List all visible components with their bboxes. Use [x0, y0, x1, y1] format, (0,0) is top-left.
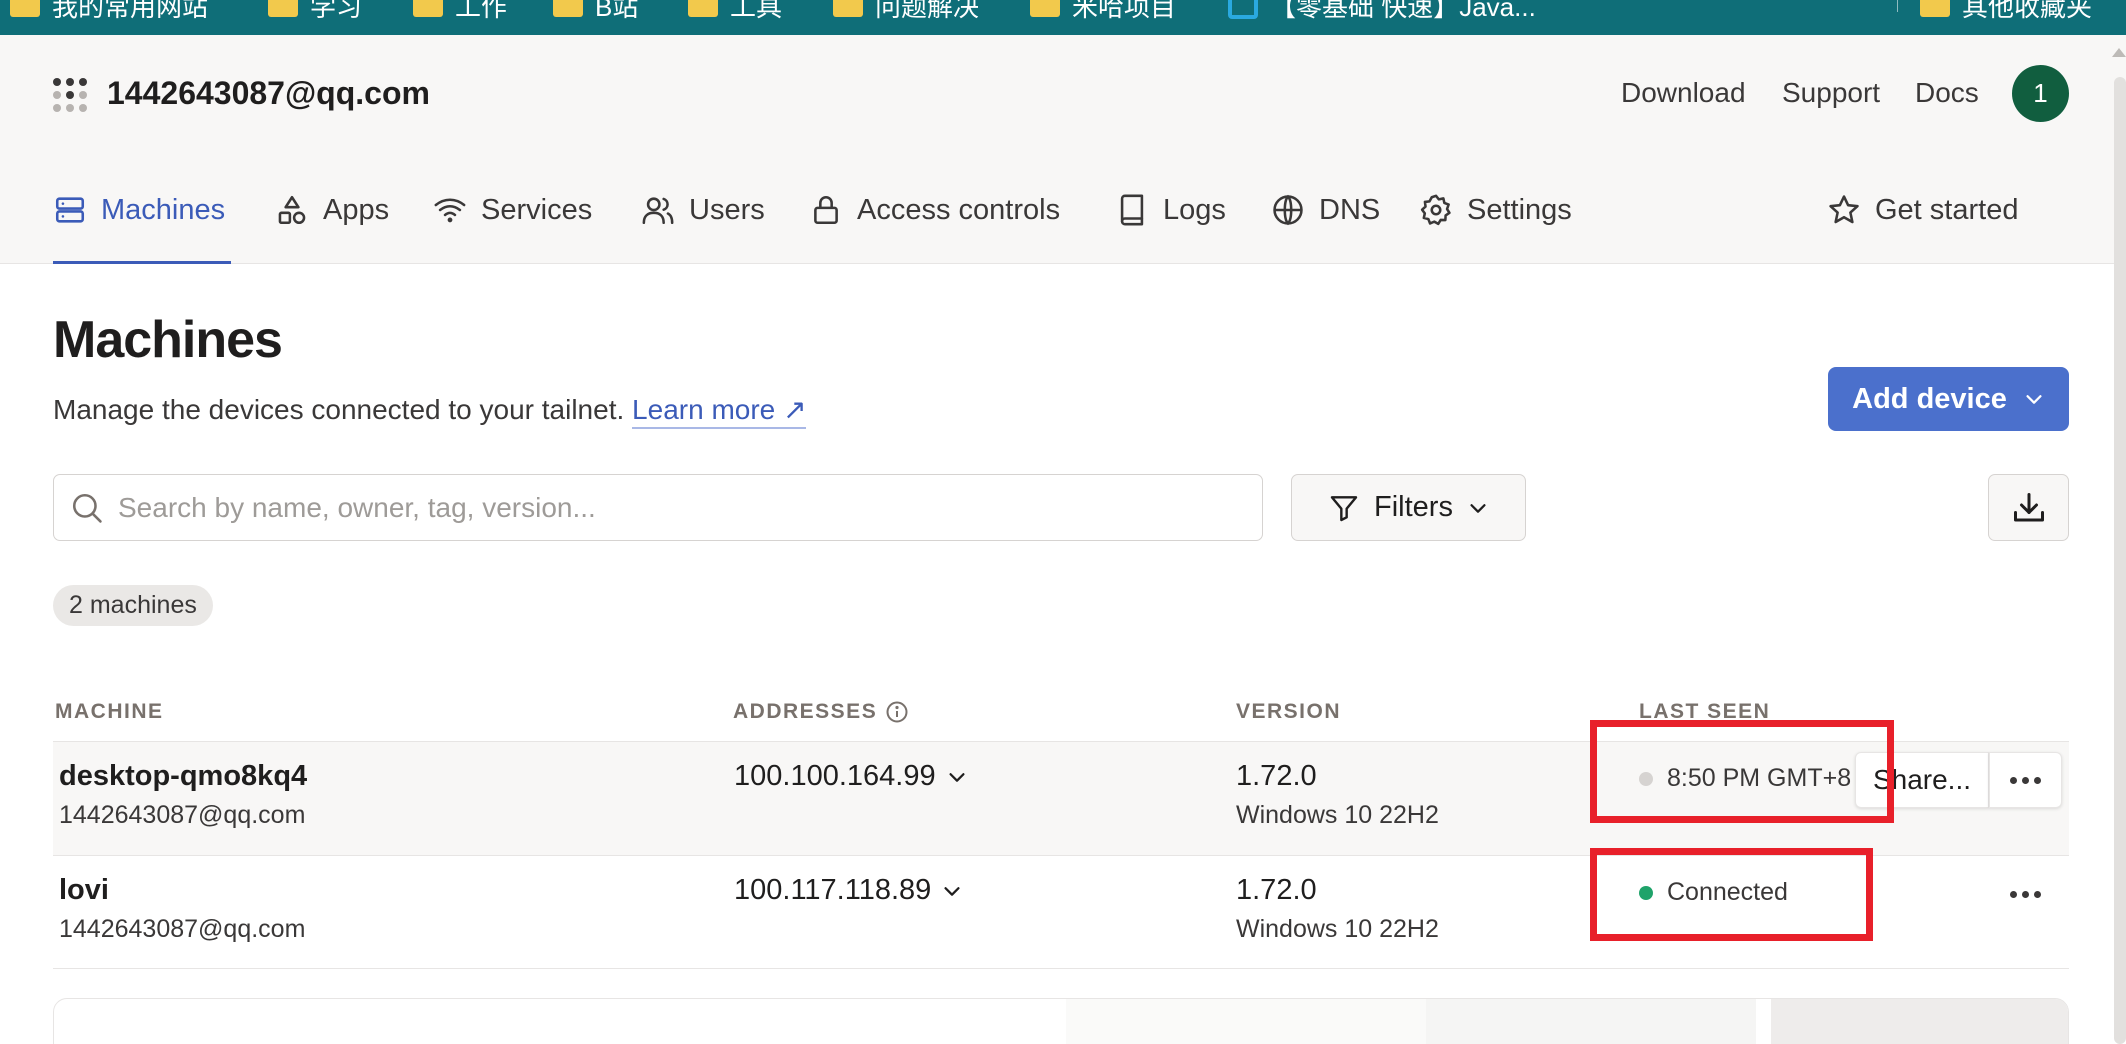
folder-icon [1030, 0, 1060, 17]
promo-card [53, 998, 2069, 1044]
machine-os: Windows 10 22H2 [1236, 801, 1439, 829]
tab-machines[interactable]: Machines [53, 185, 225, 235]
filters-button[interactable]: Filters [1291, 474, 1526, 541]
chevron-down-icon [944, 886, 960, 896]
add-device-button[interactable]: Add device [1828, 367, 2069, 431]
download-icon [2013, 492, 2044, 521]
table-divider [53, 968, 2069, 969]
chevron-down-icon [2026, 395, 2042, 404]
docs-link[interactable]: Docs [1915, 77, 1979, 109]
column-header-version: VERSION [1236, 700, 1342, 723]
book-icon [1120, 194, 1144, 226]
bookmark-folder-other[interactable]: 其他收藏夹 [1920, 0, 2092, 22]
folder-icon [413, 0, 443, 17]
gear-icon [1420, 194, 1451, 226]
search-icon [72, 493, 102, 523]
scrollbar[interactable] [2114, 77, 2126, 1044]
machine-address[interactable]: 100.117.118.89 [734, 874, 963, 907]
tab-settings[interactable]: Settings [1419, 185, 1572, 235]
avatar[interactable]: 1 [2012, 65, 2069, 122]
export-download-button[interactable] [1988, 474, 2069, 541]
tab-services[interactable]: Services [433, 185, 592, 235]
globe-icon [1273, 194, 1303, 226]
folder-icon [688, 0, 718, 17]
tab-logs[interactable]: Logs [1115, 185, 1226, 235]
tailnet-logo-icon[interactable] [53, 78, 87, 112]
machine-os: Windows 10 22H2 [1236, 915, 1439, 943]
lock-icon [814, 196, 838, 225]
bookmark-folder[interactable]: 我的常用网站 [10, 0, 208, 22]
bookmarks-bar: 我的常用网站 学习 工作 B站 工具 问题解决 米哈项目 【零基础 快速】Jav… [0, 0, 2126, 35]
machine-count-badge: 2 machines [53, 585, 213, 626]
machine-version: 1.72.0 [1236, 874, 1317, 906]
folder-icon [268, 0, 298, 17]
scroll-up-arrow-icon[interactable] [2112, 48, 2126, 57]
folder-icon [10, 0, 40, 17]
search-input[interactable] [118, 491, 1218, 524]
wifi-icon [434, 198, 466, 223]
bookmark-folder[interactable]: 学习 [268, 0, 362, 22]
tailnet-name[interactable]: 1442643087@qq.com [107, 75, 430, 112]
tab-dns[interactable]: DNS [1271, 185, 1380, 235]
support-link[interactable]: Support [1782, 77, 1880, 109]
column-header-addresses: ADDRESSES [733, 700, 909, 724]
row-menu-button[interactable] [1989, 866, 2062, 922]
more-horizontal-icon [2010, 776, 2041, 784]
get-started-link[interactable]: Get started [1827, 185, 2018, 235]
page-title: Machines [53, 311, 283, 369]
shapes-icon [278, 195, 306, 225]
machine-name[interactable]: desktop-qmo8kq4 [59, 760, 307, 793]
download-link[interactable]: Download [1621, 77, 1746, 109]
filter-icon [1330, 495, 1358, 521]
folder-icon [1920, 0, 1950, 17]
chevron-down-icon [1470, 503, 1486, 513]
server-icon [55, 197, 85, 223]
bookmark-folder[interactable]: 工具 [688, 0, 782, 22]
more-horizontal-icon [2010, 890, 2041, 898]
bookmark-folder[interactable]: B站 [553, 0, 638, 22]
machine-address[interactable]: 100.100.164.99 [734, 760, 968, 793]
tab-access-controls[interactable]: Access controls [809, 185, 1060, 235]
annotation-box-connected [1590, 848, 1873, 941]
row-menu-button[interactable] [1989, 752, 2062, 808]
bookmark-folder[interactable]: 工作 [413, 0, 507, 22]
bookmark-folder[interactable]: 米哈项目 [1030, 0, 1176, 22]
folder-icon [553, 0, 583, 17]
folder-icon [833, 0, 863, 17]
search-box [53, 474, 1263, 541]
tab-apps[interactable]: Apps [275, 185, 389, 235]
bookmark-icon [1228, 0, 1258, 19]
annotation-box-last-seen [1590, 720, 1894, 823]
users-icon [642, 197, 674, 225]
column-header-machine: MACHINE [55, 700, 164, 723]
machine-owner: 1442643087@qq.com [59, 801, 306, 829]
machine-version: 1.72.0 [1236, 760, 1317, 792]
learn-more-link[interactable]: Learn more ↗ [632, 394, 807, 429]
page-subtitle: Manage the devices connected to your tai… [53, 393, 807, 429]
machine-name[interactable]: lovi [59, 874, 109, 907]
chevron-down-icon [949, 772, 965, 782]
active-tab-indicator [53, 261, 231, 264]
star-icon [1829, 195, 1859, 224]
bookmark-link[interactable]: 【零基础 快速】Java... [1228, 0, 1536, 22]
machine-owner: 1442643087@qq.com [59, 915, 306, 943]
info-icon[interactable] [885, 700, 909, 724]
bookmarks-divider [1897, 0, 1898, 12]
app-header: 1442643087@qq.com Download Support Docs … [0, 35, 2126, 264]
tab-users[interactable]: Users [641, 185, 765, 235]
bookmark-folder[interactable]: 问题解决 [833, 0, 979, 22]
